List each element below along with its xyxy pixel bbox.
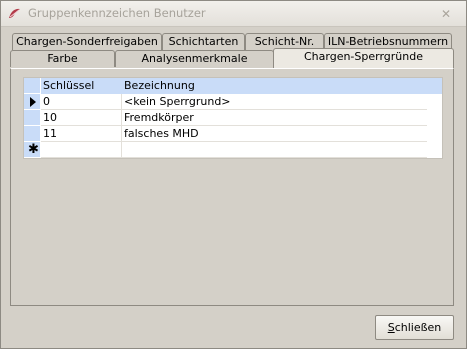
row-pointer-icon <box>30 97 36 107</box>
button-mnemonic: S <box>387 321 395 334</box>
window-title: Gruppenkennzeichen Benutzer <box>28 6 206 20</box>
cell-key[interactable]: 0 <box>41 94 122 110</box>
title-bar: Gruppenkennzeichen Benutzer ✕ <box>1 1 466 27</box>
cell-key[interactable]: 10 <box>41 110 122 126</box>
close-icon: ✕ <box>440 6 452 21</box>
cell-key[interactable]: 11 <box>41 126 122 142</box>
cell-description[interactable]: Fremdkörper <box>122 110 427 126</box>
row-selector[interactable] <box>24 110 41 126</box>
column-header-schluessel[interactable]: Schlüssel <box>41 78 122 94</box>
new-record-row[interactable]: ✱ <box>24 142 442 158</box>
tab-chargen-sperrgruende[interactable]: Chargen-Sperrgründe <box>273 48 454 68</box>
column-header-bezeichnung[interactable]: Bezeichnung <box>122 78 427 94</box>
tab-label: Chargen-Sonderfreigaben <box>16 35 158 48</box>
button-label: chließen <box>394 321 442 334</box>
tab-label: ILN-Betriebsnummern <box>327 35 449 48</box>
cell-description[interactable]: <kein Sperrgrund> <box>122 94 427 110</box>
tab-label: Schicht-Nr. <box>254 35 315 48</box>
tab-label: Schichtarten <box>168 35 239 48</box>
tab-analysenmerkmale[interactable]: Analysenmerkmale <box>115 50 274 67</box>
grid-header-row: Schlüssel Bezeichnung <box>24 78 442 94</box>
row-selector[interactable] <box>24 126 41 142</box>
tab-schichtarten[interactable]: Schichtarten <box>162 33 245 50</box>
table-row[interactable]: 11 falsches MHD <box>24 126 442 142</box>
new-record-icon: ✱ <box>28 142 39 157</box>
tab-strip: Chargen-Sonderfreigaben Schichtarten Sch… <box>1 26 466 71</box>
cell-description-new[interactable] <box>122 142 427 158</box>
row-selector[interactable]: ✱ <box>24 142 41 158</box>
schliessen-button[interactable]: Schließen <box>375 315 454 340</box>
tab-chargen-sonderfreigaben[interactable]: Chargen-Sonderfreigaben <box>12 33 162 50</box>
tab-label: Analysenmerkmale <box>141 52 248 65</box>
dialog-window: Gruppenkennzeichen Benutzer ✕ Chargen-So… <box>0 0 467 349</box>
app-logo-icon <box>9 8 20 18</box>
header-tail <box>427 78 442 94</box>
cell-description[interactable]: falsches MHD <box>122 126 427 142</box>
header-selector <box>24 78 41 94</box>
tab-label: Chargen-Sperrgründe <box>303 50 423 63</box>
tab-farbe[interactable]: Farbe <box>10 50 115 67</box>
tab-label: Farbe <box>47 52 78 65</box>
table-row[interactable]: 10 Fremdkörper <box>24 110 442 126</box>
table-row[interactable]: 0 <kein Sperrgrund> <box>24 94 442 110</box>
close-window-button[interactable]: ✕ <box>434 5 458 22</box>
sperrgruende-grid[interactable]: Schlüssel Bezeichnung 0 <kein Sperrgrund… <box>23 77 443 159</box>
row-selector[interactable] <box>24 94 41 110</box>
cell-key-new[interactable] <box>41 142 122 158</box>
